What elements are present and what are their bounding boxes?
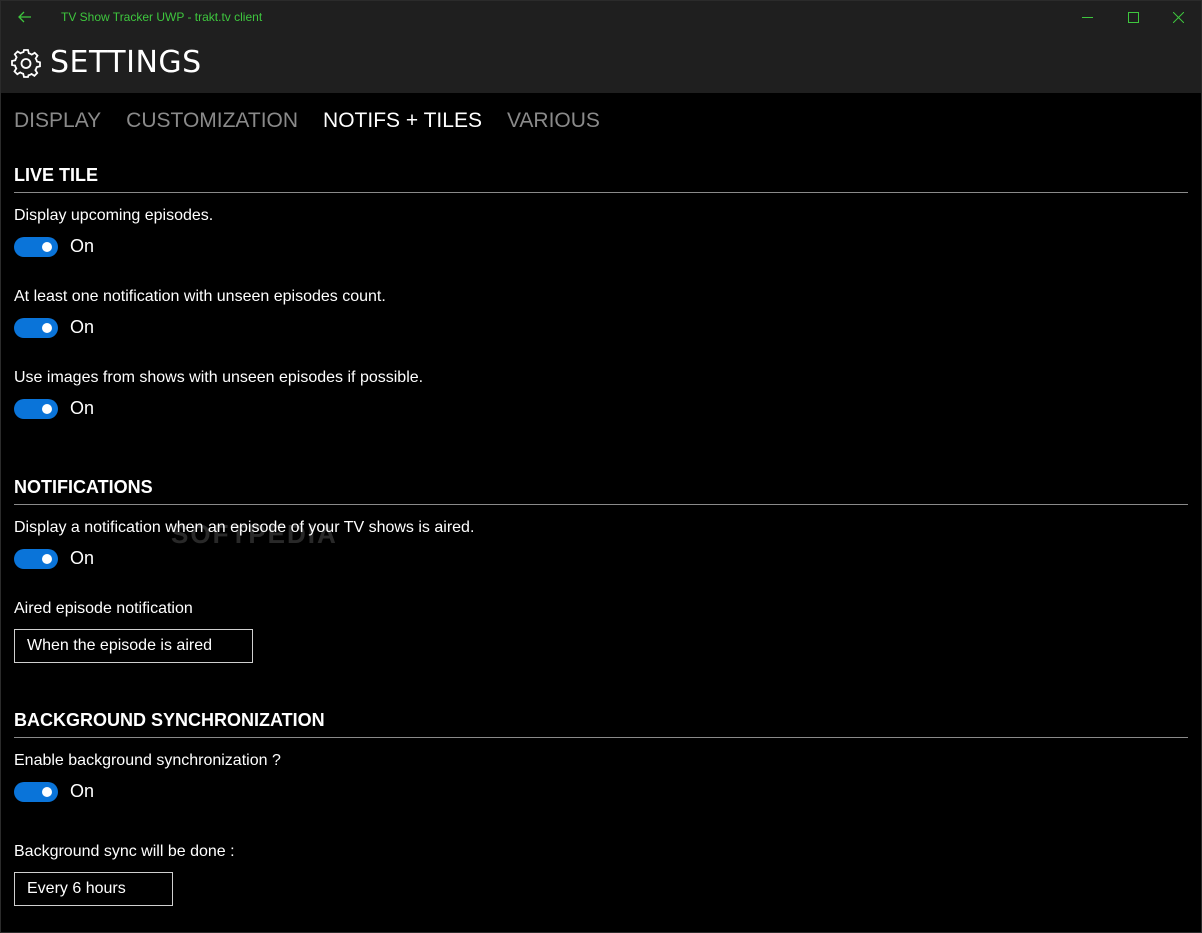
toggle-state-text: On [70,548,95,568]
sync-frequency-selected: Every 6 hours [27,880,126,897]
section-title-notifications: NOTIFICATIONS [14,477,1188,505]
upcoming-episodes-toggle[interactable] [14,236,58,257]
enable-sync-toggle-row: On [14,781,94,802]
toggle-state-text: On [70,398,95,418]
page-title: SETTINGS [50,45,202,80]
unseen-images-label: Use images from shows with unseen episod… [14,369,424,386]
unseen-images-toggle[interactable] [14,398,58,419]
toggle-state-text: On [70,317,95,337]
toggle-state-text: On [70,236,95,256]
close-icon [1172,11,1184,23]
aired-notification-toggle[interactable] [14,548,58,569]
settings-tabs: DISPLAY CUSTOMIZATION NOTIFS + TILES VAR… [14,109,625,133]
toggle-knob [42,322,52,333]
maximize-icon [1127,11,1139,23]
aired-option-selected: When the episode is aired [27,637,212,654]
enable-sync-toggle[interactable] [14,781,58,802]
tab-various[interactable]: VARIOUS [507,109,600,133]
unseen-images-toggle-row: On [14,398,94,419]
back-arrow-icon [18,11,31,23]
unseen-count-toggle-row: On [14,317,94,338]
page-header: SETTINGS [1,33,1201,93]
upcoming-episodes-toggle-row: On [14,236,94,257]
aired-notification-toggle-row: On [14,548,94,569]
toggle-knob [42,241,52,252]
background-sync-section: BACKGROUND SYNCHRONIZATION [14,710,1188,738]
toggle-knob [42,553,52,564]
section-title-background-sync: BACKGROUND SYNCHRONIZATION [14,710,1188,738]
gear-icon [11,49,41,78]
sync-frequency-dropdown[interactable]: Every 6 hours [14,872,173,906]
live-tile-section: LIVE TILE [14,165,1188,193]
minimize-button[interactable] [1064,1,1110,33]
toggle-knob [42,403,52,414]
title-bar: TV Show Tracker UWP - trakt.tv client [1,1,1201,33]
minimize-icon [1081,16,1093,18]
watermark: SOFTPEDIA [171,519,338,549]
unseen-count-toggle[interactable] [14,317,58,338]
tab-customization[interactable]: CUSTOMIZATION [126,109,298,133]
tab-notifs-tiles[interactable]: NOTIFS + TILES [323,109,482,133]
back-button[interactable] [1,1,49,33]
maximize-button[interactable] [1110,1,1156,33]
toggle-state-text: On [70,781,95,801]
app-window: TV Show Tracker UWP - trakt.tv client SE… [0,0,1202,933]
window-title: TV Show Tracker UWP - trakt.tv client [61,10,263,24]
toggle-knob [42,786,52,797]
enable-sync-label: Enable background synchronization ? [14,752,281,769]
notifications-section: NOTIFICATIONS [14,477,1188,505]
aired-option-dropdown[interactable]: When the episode is aired [14,629,253,663]
sync-frequency-label: Background sync will be done : [14,843,235,860]
section-title-live-tile: LIVE TILE [14,165,1188,193]
unseen-count-label: At least one notification with unseen ep… [14,288,386,305]
aired-option-label: Aired episode notification [14,600,193,617]
close-button[interactable] [1155,1,1201,33]
upcoming-episodes-label: Display upcoming episodes. [14,207,214,224]
tab-display[interactable]: DISPLAY [14,109,101,133]
